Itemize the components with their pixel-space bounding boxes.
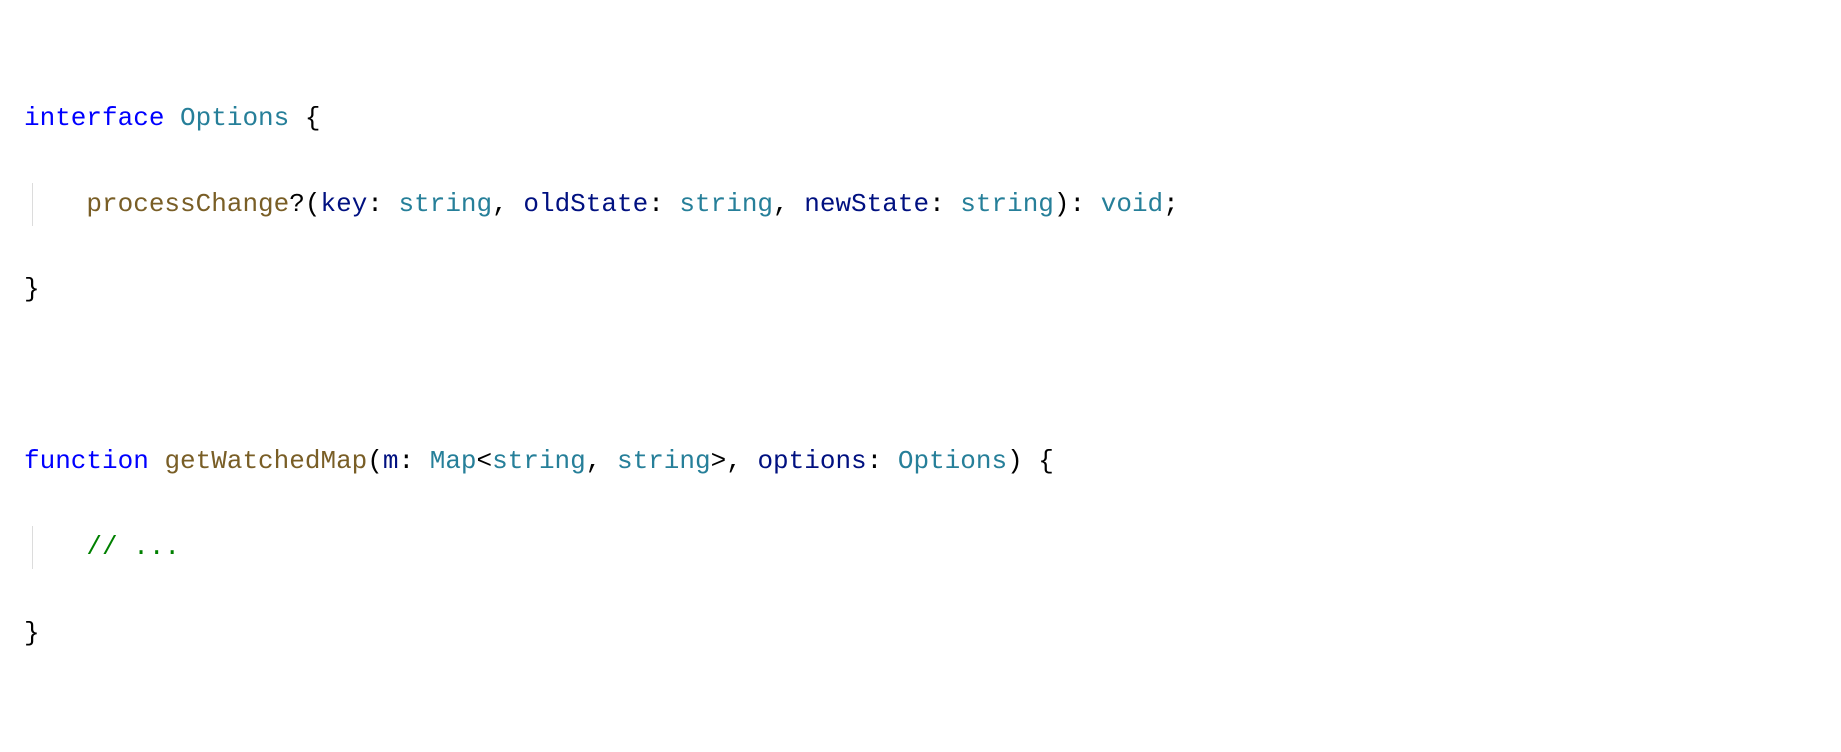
code-line[interactable]: function getWatchedMap(m: Map<string, st… [24, 440, 1841, 483]
code-line[interactable]: } [24, 612, 1841, 655]
code-line[interactable]: // ... [24, 526, 1841, 569]
angle-close: > [711, 446, 727, 476]
code-line-empty[interactable] [24, 354, 1841, 397]
keyword-interface: interface [24, 103, 164, 133]
param-name: newState [804, 189, 929, 219]
indent-guide [32, 526, 33, 569]
comma: , [586, 446, 617, 476]
param-name: oldState [523, 189, 648, 219]
colon: : [648, 189, 679, 219]
colon: : [399, 446, 430, 476]
paren-close-brace: ) { [1007, 446, 1054, 476]
function-name: getWatchedMap [164, 446, 367, 476]
comma: , [773, 189, 804, 219]
colon: : [929, 189, 960, 219]
type-options: Options [898, 446, 1007, 476]
code-line[interactable]: processChange?(key: string, oldState: st… [24, 183, 1841, 226]
brace-close: } [24, 618, 40, 648]
keyword-function: function [24, 446, 149, 476]
paren-open: ( [305, 189, 321, 219]
type-string: string [960, 189, 1054, 219]
indent [24, 532, 86, 562]
param-name: key [320, 189, 367, 219]
comma: , [726, 446, 757, 476]
brace-open: { [289, 103, 320, 133]
type-string: string [492, 446, 586, 476]
comma: , [492, 189, 523, 219]
return-type: void [1101, 189, 1163, 219]
angle-open: < [477, 446, 493, 476]
indent [24, 189, 86, 219]
type-map: Map [430, 446, 477, 476]
param-name: m [383, 446, 399, 476]
comment: // ... [86, 532, 180, 562]
colon: : [867, 446, 898, 476]
optional-mark: ? [289, 189, 305, 219]
indent-guide [32, 183, 33, 226]
type-string: string [679, 189, 773, 219]
type-string: string [399, 189, 493, 219]
param-name: options [757, 446, 866, 476]
paren-open: ( [367, 446, 383, 476]
paren-close: ): [1054, 189, 1101, 219]
code-editor[interactable]: interface Options { processChange?(key: … [0, 0, 1841, 752]
code-line[interactable]: interface Options { [24, 97, 1841, 140]
code-line[interactable]: } [24, 268, 1841, 311]
code-line-empty[interactable] [24, 697, 1841, 740]
method-name: processChange [86, 189, 289, 219]
semicolon: ; [1163, 189, 1179, 219]
type-string: string [617, 446, 711, 476]
brace-close: } [24, 274, 40, 304]
colon: : [367, 189, 398, 219]
type-name: Options [180, 103, 289, 133]
